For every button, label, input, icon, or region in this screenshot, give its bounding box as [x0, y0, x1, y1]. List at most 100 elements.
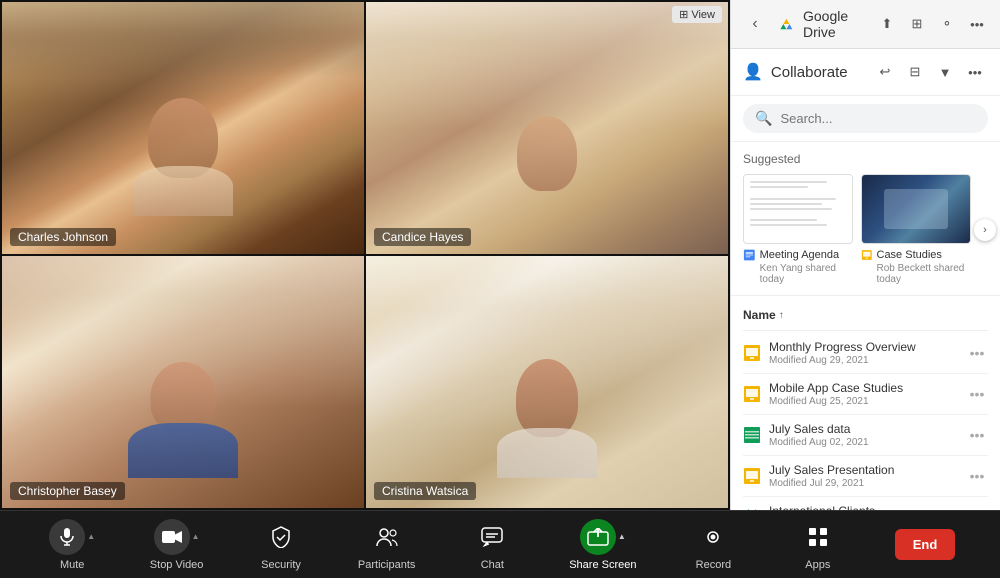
panel-more-button[interactable]: ••• [964, 11, 990, 37]
toolbar-security[interactable]: Security [254, 519, 309, 571]
panel-actions: ⬆ ⊞ ⚬ ••• [874, 11, 990, 37]
toolbar-record[interactable]: Record [686, 519, 741, 571]
file-modified-3: Modified Jul 29, 2021 [769, 478, 958, 489]
file-list: Monthly Progress Overview Modified Aug 2… [743, 333, 988, 510]
collab-back-button[interactable]: ↩ [872, 59, 898, 85]
chat-icon [474, 519, 510, 555]
collab-more-button[interactable]: ••• [962, 59, 988, 85]
panel-grid-button[interactable]: ⊞ [904, 11, 930, 37]
participant-name-charles: Charles Johnson [10, 228, 116, 246]
suggested-label: Suggested [743, 152, 988, 166]
side-panel: ‹ Google Drive ⬆ ⊞ ⚬ ••• 👤 Colla [730, 0, 1000, 510]
apps-label: Apps [805, 559, 830, 571]
mute-icon [49, 519, 85, 555]
video-chevron: ▲ [192, 532, 200, 541]
security-icon [263, 519, 299, 555]
apps-icon [800, 519, 836, 555]
file-info-2: July Sales data Modified Aug 02, 2021 [769, 422, 958, 448]
record-icon [695, 519, 731, 555]
search-icon: 🔍 [755, 110, 772, 127]
participant-name-cristina: Cristina Watsica [374, 482, 476, 500]
file-more-button-1[interactable]: ••• [966, 383, 988, 405]
toolbar-share-screen[interactable]: ▲ Share Screen [569, 519, 636, 571]
toolbar: ▲ Mute ▲ Stop Video [0, 510, 1000, 578]
collab-filter-button[interactable]: ▼ [932, 59, 958, 85]
card-info-case-studies: Case Studies Rob Beckett shared today [861, 248, 971, 285]
file-item-1[interactable]: Mobile App Case Studies Modified Aug 25,… [743, 374, 988, 415]
file-modified-1: Modified Aug 25, 2021 [769, 396, 958, 407]
video-cell-candice: Candice Hayes [366, 2, 728, 254]
panel-back-button[interactable]: ‹ [741, 10, 769, 38]
card-name-case-studies: Case Studies [877, 248, 972, 262]
toolbar-chat[interactable]: Chat [465, 519, 520, 571]
suggested-card-meeting-agenda[interactable]: Meeting Agenda Ken Yang shared today [743, 174, 853, 285]
mute-chevron: ▲ [87, 532, 95, 541]
file-info-1: Mobile App Case Studies Modified Aug 25,… [769, 381, 958, 407]
sort-arrow-icon: ↑ [779, 310, 784, 321]
file-info-0: Monthly Progress Overview Modified Aug 2… [769, 340, 958, 366]
participants-icon [369, 519, 405, 555]
docs-icon-meeting-agenda [743, 248, 756, 262]
view-label: View [691, 9, 715, 21]
panel-filter-button[interactable]: ⚬ [934, 11, 960, 37]
file-list-sort-name[interactable]: Name ↑ [743, 308, 784, 322]
collaborate-title: Collaborate [771, 64, 864, 81]
file-more-button-3[interactable]: ••• [966, 465, 988, 487]
card-info-meeting-agenda: Meeting Agenda Ken Yang shared today [743, 248, 853, 285]
suggested-card-case-studies[interactable]: Case Studies Rob Beckett shared today [861, 174, 971, 285]
stop-video-label: Stop Video [150, 559, 204, 571]
file-name-3: July Sales Presentation [769, 463, 958, 477]
record-label: Record [696, 559, 731, 571]
toolbar-apps[interactable]: Apps [790, 519, 845, 571]
file-more-button-2[interactable]: ••• [966, 424, 988, 446]
file-modified-2: Modified Aug 02, 2021 [769, 437, 958, 448]
file-name-1: Mobile App Case Studies [769, 381, 958, 395]
file-icon-3 [743, 467, 761, 485]
search-bar: 🔍 [731, 96, 1000, 142]
card-name-meeting-agenda: Meeting Agenda [760, 248, 853, 262]
video-cell-cristina: Cristina Watsica [366, 256, 728, 508]
search-input[interactable] [780, 111, 976, 126]
panel-content: Suggested [731, 142, 1000, 510]
file-icon-0 [743, 344, 761, 362]
file-icon-1 [743, 385, 761, 403]
file-more-button-0[interactable]: ••• [966, 342, 988, 364]
video-icon [154, 519, 190, 555]
toolbar-stop-video[interactable]: ▲ Stop Video [149, 519, 204, 571]
file-item-3[interactable]: July Sales Presentation Modified Jul 29,… [743, 456, 988, 497]
share-screen-icon [580, 519, 616, 555]
collaborate-icon: 👤 [743, 62, 763, 82]
video-cell-charles: Charles Johnson [2, 2, 364, 254]
card-meta-meeting-agenda: Ken Yang shared today [760, 263, 853, 285]
security-label: Security [261, 559, 301, 571]
file-icon-2 [743, 426, 761, 444]
file-item-4[interactable]: International Clients Modified Jul 29, 2… [743, 497, 988, 510]
panel-drive-title: Google Drive [803, 8, 866, 40]
slides-icon-case-studies [861, 248, 873, 262]
suggested-section: Suggested [731, 142, 1000, 296]
toolbar-mute[interactable]: ▲ Mute [45, 519, 100, 571]
file-item-0[interactable]: Monthly Progress Overview Modified Aug 2… [743, 333, 988, 374]
participant-name-candice: Candice Hayes [374, 228, 471, 246]
collab-layout-button[interactable]: ⊟ [902, 59, 928, 85]
file-name-0: Monthly Progress Overview [769, 340, 958, 354]
file-item-2[interactable]: July Sales data Modified Aug 02, 2021 ••… [743, 415, 988, 456]
end-call-button[interactable]: End [895, 529, 956, 560]
participant-name-christopher: Christopher Basey [10, 482, 125, 500]
google-drive-icon [777, 15, 795, 33]
search-input-wrapper[interactable]: 🔍 [743, 104, 988, 133]
collaborate-header: 👤 Collaborate ↩ ⊟ ▼ ••• [731, 49, 1000, 96]
panel-upload-button[interactable]: ⬆ [874, 11, 900, 37]
collaborate-actions: ↩ ⊟ ▼ ••• [872, 59, 988, 85]
card-thumbnail-case-studies [861, 174, 971, 244]
carousel-next-button[interactable]: › [974, 219, 996, 241]
file-list-header: Name ↑ [743, 304, 988, 331]
file-info-3: July Sales Presentation Modified Jul 29,… [769, 463, 958, 489]
card-meta-case-studies: Rob Beckett shared today [877, 263, 972, 285]
view-button-overlay[interactable]: ⊞ View [672, 6, 722, 23]
suggested-cards: Meeting Agenda Ken Yang shared today [743, 174, 988, 285]
toolbar-participants[interactable]: Participants [358, 519, 415, 571]
panel-topbar: ‹ Google Drive ⬆ ⊞ ⚬ ••• [731, 0, 1000, 49]
chat-label: Chat [481, 559, 504, 571]
share-screen-label: Share Screen [569, 559, 636, 571]
